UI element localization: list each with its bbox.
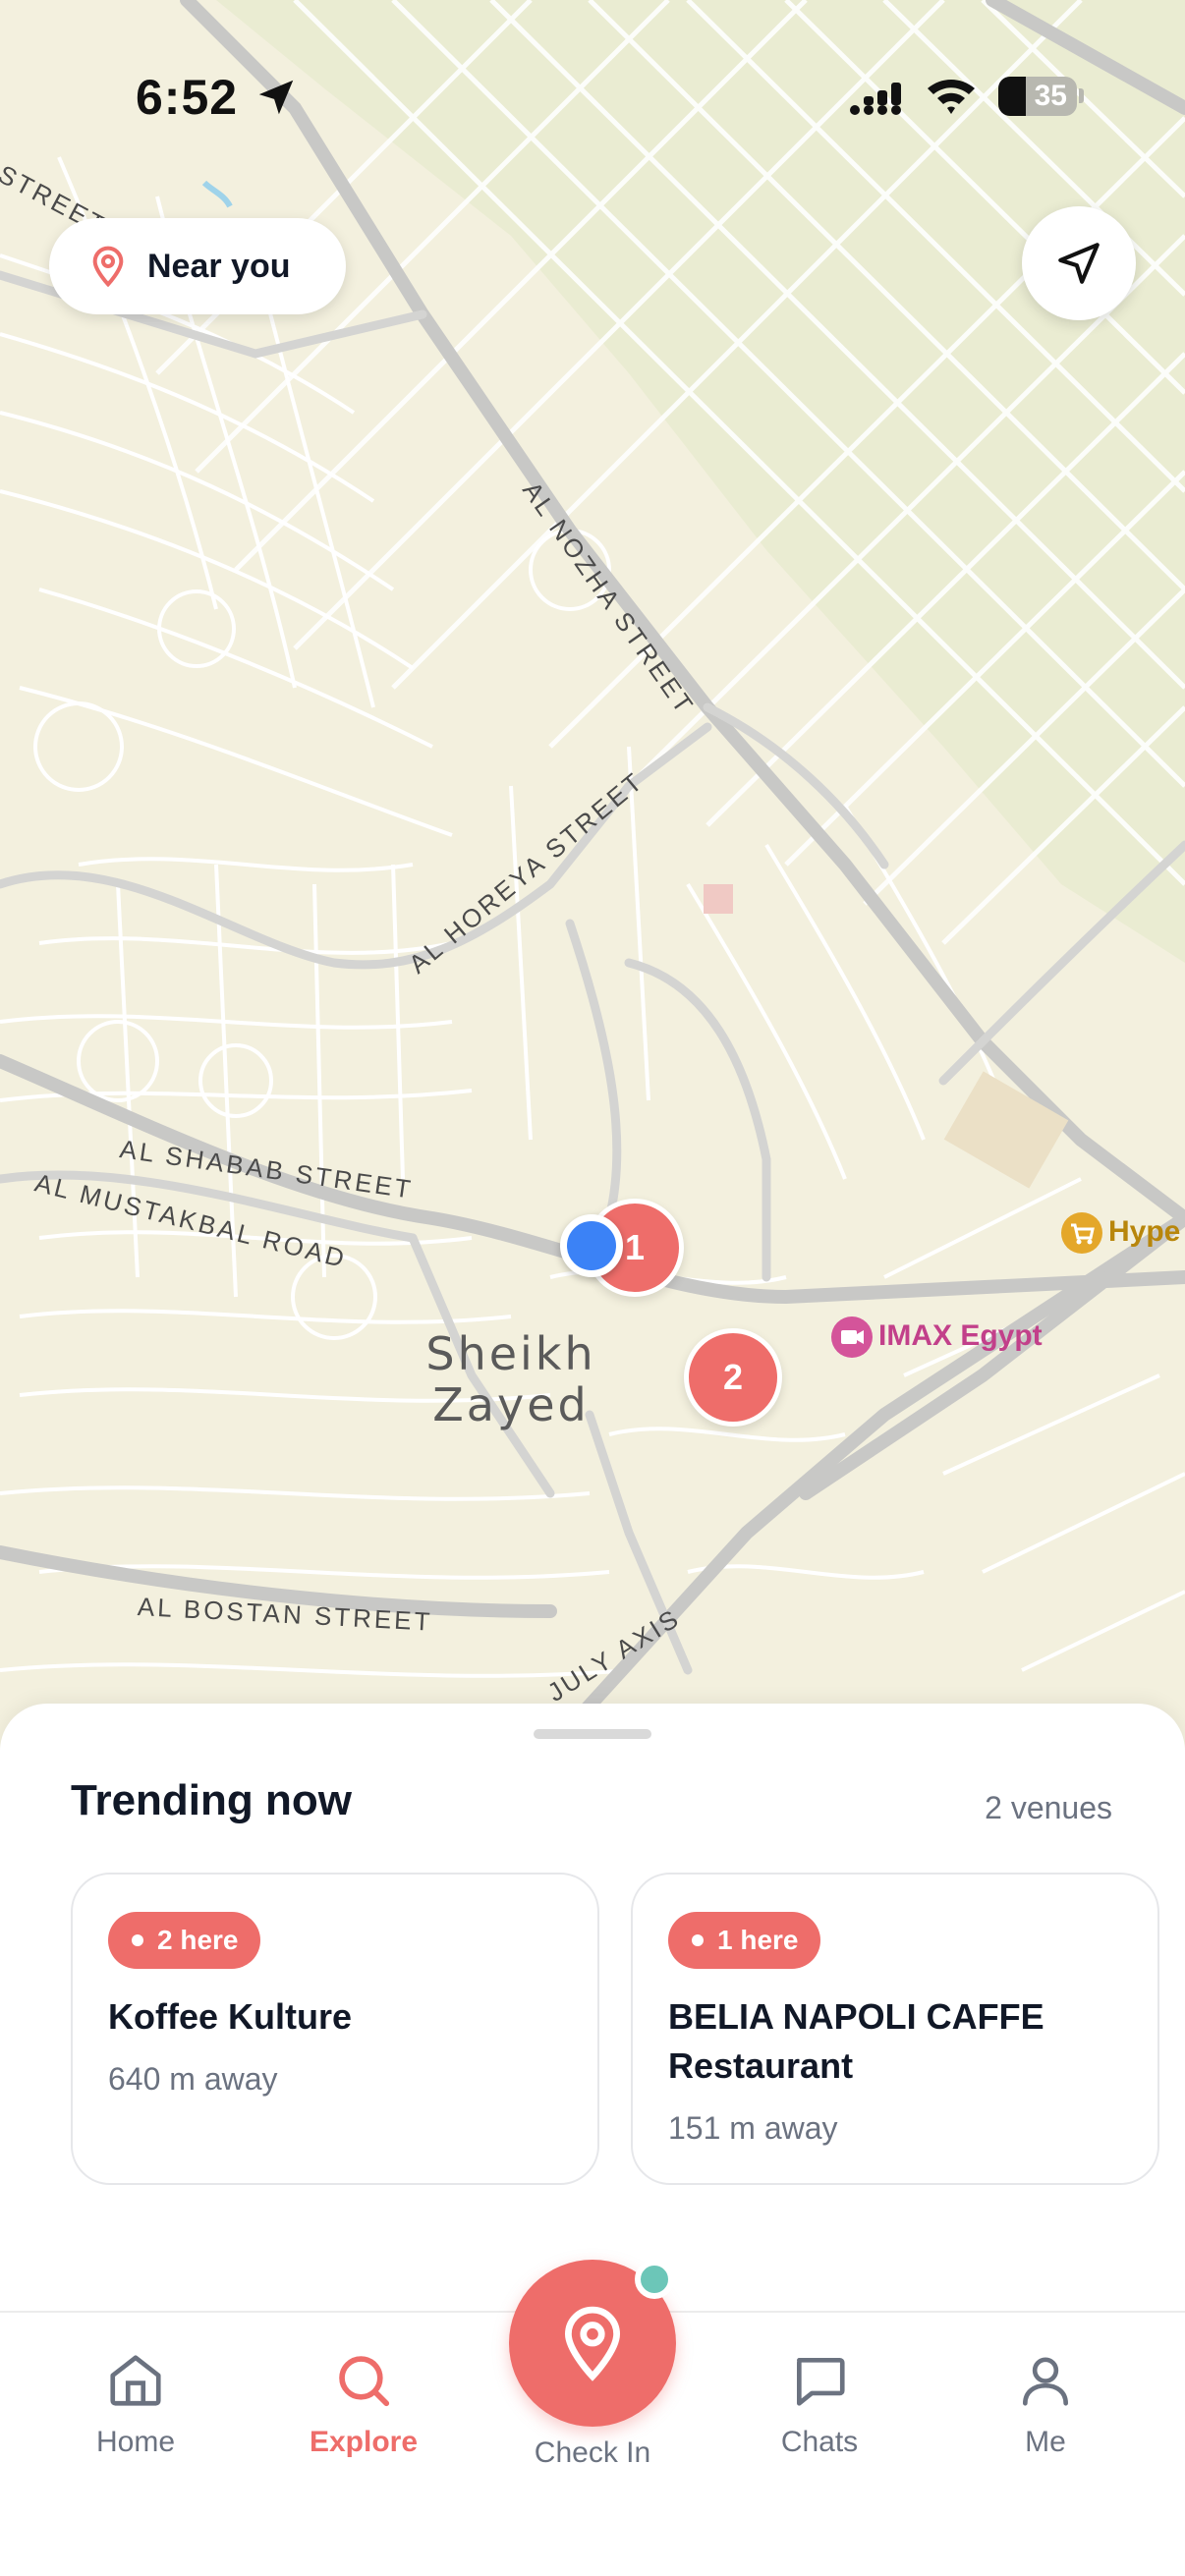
people-here-badge: 1 here [668,1912,820,1969]
shopping-cart-icon [1061,1212,1102,1254]
status-time: 6:52 [136,70,239,125]
battery-cap [1079,88,1084,103]
poi-hype[interactable]: Hype [1061,1212,1180,1254]
map-pin-icon [92,246,124,288]
battery-icon: 35 [998,77,1077,116]
tab-label: Chats [780,2426,859,2458]
venue-distance: 151 m away [668,2110,838,2146]
venue-name: BELIA NAPOLI CAFFE Restaurant [668,1996,1044,2086]
tab-home[interactable]: Home [57,2350,214,2459]
location-arrow-icon [258,80,294,115]
wifi-icon [928,80,975,114]
tab-chats[interactable]: Chats [741,2350,898,2459]
chat-bubble-icon [797,2358,845,2406]
venue-distance: 640 m away [108,2061,278,2097]
recenter-location-button[interactable] [1022,206,1136,320]
user-location-dot [560,1214,623,1277]
search-icon [339,2356,390,2407]
cinema-icon [831,1316,873,1358]
map-pin-icon [564,2306,621,2381]
badge-dot [692,1934,704,1946]
poi-imax-egypt[interactable]: IMAX Egypt [831,1316,1043,1358]
sheet-drag-handle[interactable] [534,1729,651,1739]
cellular-signal-icon [850,83,901,115]
venue-card[interactable]: 2 here Koffee Kulture 640 m away [71,1873,599,2185]
tab-me[interactable]: Me [967,2350,1124,2459]
status-bar: 6:52 35 [0,59,1185,138]
battery-percentage: 35 [1034,80,1067,112]
tab-label: Home [95,2426,176,2458]
near-you-label: Near you [147,247,291,285]
user-icon [1023,2357,1068,2406]
home-icon [110,2355,161,2406]
venue-cluster-marker[interactable]: 2 [684,1328,782,1427]
notification-dot [635,2260,674,2299]
navigation-arrow-icon [1058,243,1100,284]
venue-card[interactable]: 1 here BELIA NAPOLI CAFFE Restaurant 151… [631,1873,1159,2185]
area-label: Sheikh Zayed [425,1327,596,1431]
check-in-label: Check In [534,2436,651,2469]
trending-bottom-sheet: Trending now 2 venues 2 here Koffee Kult… [0,1704,1185,2313]
tab-label: Me [1025,2426,1066,2458]
tab-label: Explore [309,2426,419,2458]
venue-name: Koffee Kulture [108,1996,353,2037]
section-title: Trending now [71,1776,352,1824]
badge-dot [132,1934,143,1946]
venue-count: 2 venues [985,1790,1112,1825]
people-here-badge: 2 here [108,1912,260,1969]
tab-explore[interactable]: Explore [285,2350,442,2459]
near-you-filter-button[interactable]: Near you [49,218,346,314]
